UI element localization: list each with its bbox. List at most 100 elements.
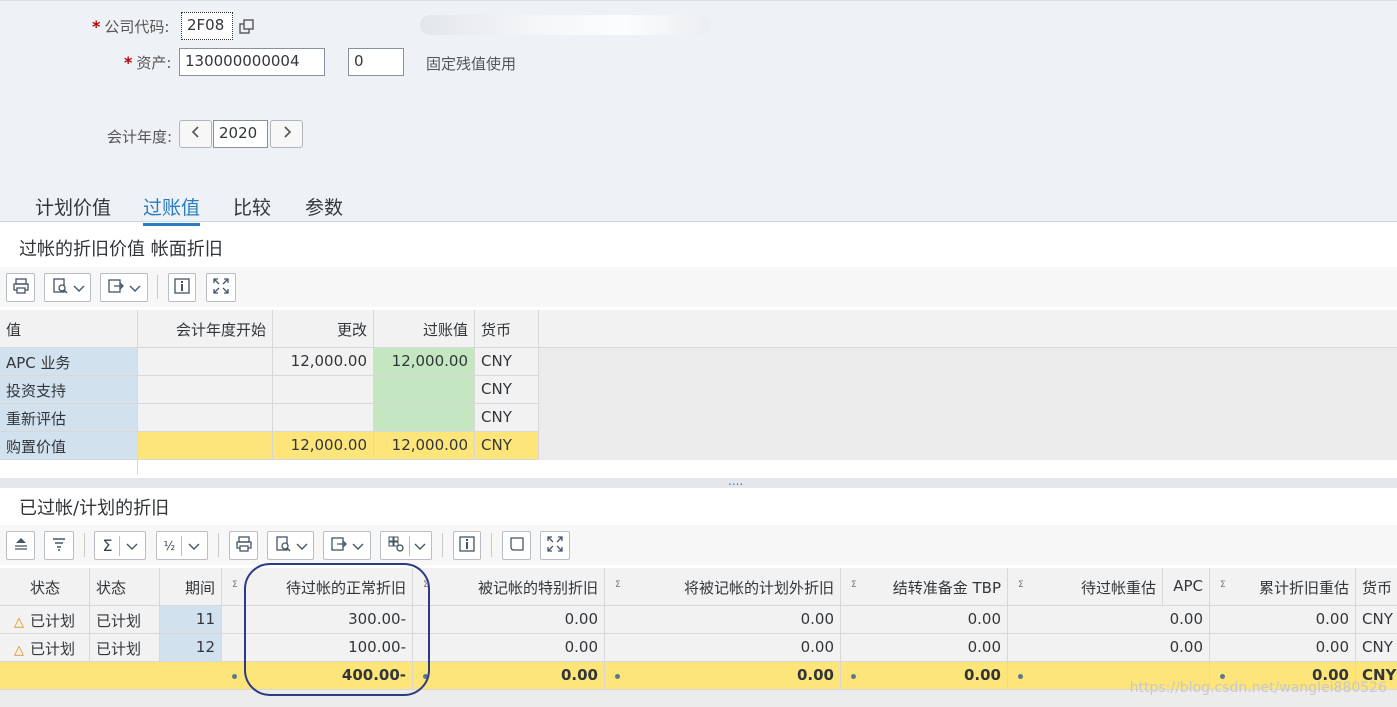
column-header-currency[interactable]: 货币: [1356, 568, 1397, 606]
table-cell[interactable]: [374, 376, 475, 404]
splitter-handle[interactable]: ....: [728, 474, 743, 488]
subtotal-dropdown[interactable]: ½: [156, 531, 208, 560]
next-year-button[interactable]: [270, 120, 303, 148]
column-header-status[interactable]: 状态: [0, 568, 90, 606]
column-header-posted[interactable]: 过账值: [374, 310, 475, 348]
fiscal-year-input[interactable]: 2020: [213, 120, 268, 148]
table-cell[interactable]: [273, 376, 374, 404]
column-header-apc[interactable]: APC: [1163, 568, 1210, 606]
column-header-tbp[interactable]: Σ 结转准备金 TBP: [841, 568, 1008, 606]
previous-year-button[interactable]: [179, 120, 212, 148]
table-cell[interactable]: 12,000.00: [374, 348, 475, 376]
table-cell[interactable]: 0.00: [1008, 634, 1210, 662]
table-empty-row: [0, 460, 138, 475]
column-header-unplanned-depreciation[interactable]: Σ 将被记帐的计划外折旧: [605, 568, 841, 606]
table-cell[interactable]: 0.00: [841, 634, 1008, 662]
column-header-period[interactable]: 期间: [160, 568, 222, 606]
table-cell[interactable]: CNY: [475, 432, 539, 460]
table-row-label[interactable]: 购置价值: [0, 432, 138, 460]
company-code-input[interactable]: 2F08: [181, 12, 233, 40]
column-header-fy-start[interactable]: 会计年度开始: [138, 310, 273, 348]
print-preview-icon: [51, 277, 69, 299]
total-cell[interactable]: 400.00-: [222, 662, 413, 690]
table-cell[interactable]: 0.00: [1210, 634, 1356, 662]
table-cell[interactable]: [374, 404, 475, 432]
column-header-change[interactable]: 更改: [273, 310, 374, 348]
export-icon: [107, 277, 125, 299]
table-row[interactable]: △ 已计划: [0, 606, 90, 634]
totals-row[interactable]: [0, 662, 222, 690]
tab-planned-values[interactable]: 计划价值: [35, 193, 111, 220]
column-header-value[interactable]: 值: [0, 310, 138, 348]
table-cell[interactable]: CNY: [1356, 606, 1397, 634]
column-header-revaluation[interactable]: Σ 待过帐重估: [1008, 568, 1163, 606]
document-button[interactable]: [502, 531, 531, 560]
tab-comparison[interactable]: 比较: [233, 193, 271, 220]
table-cell[interactable]: 12,000.00: [374, 432, 475, 460]
total-cell[interactable]: 0.00: [413, 662, 605, 690]
table-cell[interactable]: [273, 404, 374, 432]
table-cell[interactable]: 0.00: [841, 606, 1008, 634]
total-cell[interactable]: 0.00: [841, 662, 1008, 690]
posted-values-toolbar: [0, 267, 1397, 307]
table-cell[interactable]: 0.00: [413, 606, 605, 634]
table-row[interactable]: △ 已计划: [0, 634, 90, 662]
column-header-normal-depreciation[interactable]: Σ 待过帐的正常折旧: [222, 568, 413, 606]
fullscreen-button[interactable]: [206, 273, 236, 302]
tab-posted-values[interactable]: 过账值: [143, 193, 201, 226]
column-header-status-2[interactable]: 状态: [90, 568, 160, 606]
info-button[interactable]: [453, 531, 481, 560]
expand-icon: [546, 535, 564, 557]
table-cell[interactable]: 已计划: [90, 606, 160, 634]
total-cell[interactable]: 0.00: [605, 662, 841, 690]
column-header-accum-revaluation[interactable]: Σ 累计折旧重估: [1210, 568, 1356, 606]
table-cell[interactable]: CNY: [475, 404, 539, 432]
table-cell[interactable]: 300.00-: [222, 606, 413, 634]
table-row-label[interactable]: 重新评估: [0, 404, 138, 432]
depreciation-toolbar: Σ ½: [0, 525, 1397, 565]
table-cell[interactable]: 0.00: [413, 634, 605, 662]
table-cell[interactable]: 0.00: [1210, 606, 1356, 634]
table-cell[interactable]: 已计划: [90, 634, 160, 662]
info-button[interactable]: [168, 273, 196, 302]
filter-button[interactable]: [44, 531, 74, 560]
export-dropdown[interactable]: [100, 273, 148, 302]
table-empty-row: [138, 460, 1397, 475]
column-header-special-depreciation[interactable]: Σ 被记帐的特别折旧: [413, 568, 605, 606]
depreciation-title: 已过帐/计划的折旧: [19, 498, 170, 519]
table-cell[interactable]: CNY: [475, 348, 539, 376]
warning-triangle-icon: △: [14, 643, 24, 658]
table-cell[interactable]: CNY: [1356, 634, 1397, 662]
table-cell[interactable]: [138, 376, 273, 404]
table-row-label[interactable]: APC 业务: [0, 348, 138, 376]
value-help-icon[interactable]: [235, 13, 259, 40]
table-cell[interactable]: [138, 348, 273, 376]
layout-dropdown[interactable]: [380, 531, 432, 560]
asset-number-input[interactable]: 130000000004: [179, 48, 325, 76]
document-icon: [509, 536, 525, 556]
print-preview-dropdown[interactable]: [267, 531, 314, 560]
table-cell[interactable]: [138, 404, 273, 432]
print-preview-dropdown[interactable]: [44, 273, 91, 302]
table-cell[interactable]: 12: [160, 634, 222, 662]
table-cell[interactable]: 12,000.00: [273, 348, 374, 376]
table-cell[interactable]: 12,000.00: [273, 432, 374, 460]
table-row-label[interactable]: 投资支持: [0, 376, 138, 404]
print-button[interactable]: [6, 273, 35, 302]
sort-ascending-button[interactable]: [6, 531, 35, 560]
table-cell[interactable]: 0.00: [605, 634, 841, 662]
asset-subnumber-input[interactable]: 0: [348, 48, 404, 76]
table-cell[interactable]: 0.00: [605, 606, 841, 634]
table-cell[interactable]: 0.00: [1008, 606, 1210, 634]
print-button[interactable]: [229, 531, 258, 560]
tab-parameters[interactable]: 参数: [305, 193, 343, 220]
sum-dropdown[interactable]: Σ: [94, 531, 146, 560]
table-cell[interactable]: 11: [160, 606, 222, 634]
table-cell[interactable]: 100.00-: [222, 634, 413, 662]
splitter[interactable]: ....: [0, 474, 1397, 488]
column-header-currency[interactable]: 货币: [475, 310, 539, 348]
table-cell[interactable]: CNY: [475, 376, 539, 404]
table-cell[interactable]: [138, 432, 273, 460]
fullscreen-button[interactable]: [540, 531, 570, 560]
export-dropdown[interactable]: [323, 531, 371, 560]
